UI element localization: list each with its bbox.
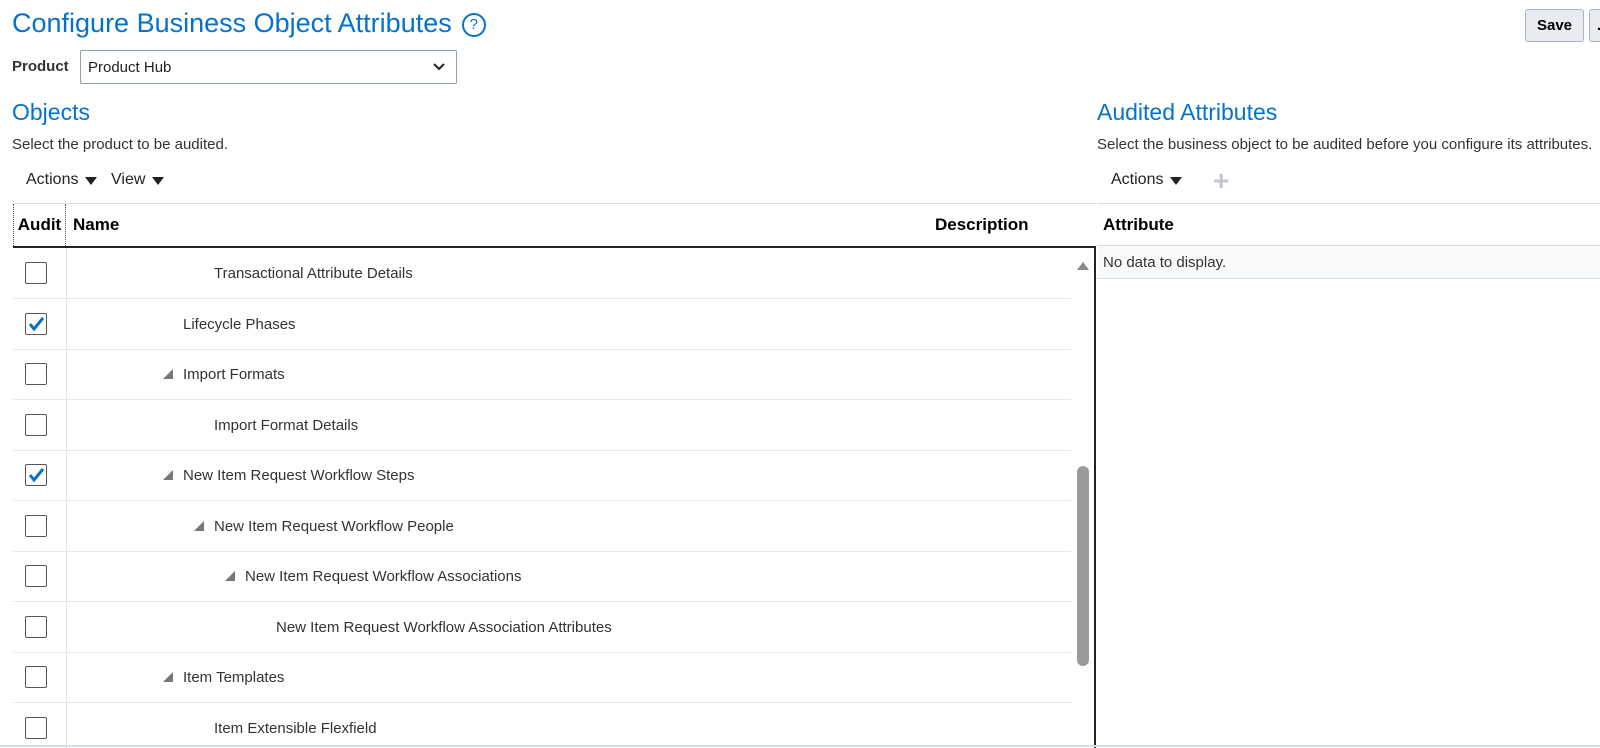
table-row[interactable]: Import Format Details — [13, 400, 1071, 451]
objects-view-label: View — [111, 171, 146, 188]
row-name-label: New Item Request Workflow Associations — [245, 567, 522, 585]
audit-checkbox[interactable] — [25, 464, 47, 486]
row-name-label: New Item Request Workflow Association At… — [276, 618, 612, 636]
audit-checkbox[interactable] — [25, 565, 47, 587]
caret-down-icon — [152, 177, 165, 185]
table-row[interactable]: Item Extensible Flexfield — [13, 703, 1071, 748]
caret-down-icon — [1170, 177, 1183, 185]
table-row[interactable]: Transactional Attribute Details — [13, 248, 1071, 299]
objects-table-header: Audit Name Description — [13, 204, 1096, 248]
objects-description: Select the product to be audited. — [12, 136, 228, 153]
caret-down-icon — [85, 177, 98, 185]
plus-icon[interactable]: + — [1213, 167, 1229, 195]
audit-checkbox[interactable] — [25, 313, 47, 335]
objects-heading: Objects — [12, 99, 90, 125]
vertical-scrollbar[interactable] — [1076, 258, 1090, 666]
more-toolbar-button[interactable]: . — [1589, 9, 1600, 42]
audit-checkbox[interactable] — [25, 262, 47, 284]
product-label: Product — [12, 58, 69, 75]
audit-checkbox[interactable] — [25, 666, 47, 688]
audited-attributes-description: Select the business object to be audited… — [1097, 136, 1593, 153]
page-title: Configure Business Object Attributes — [12, 8, 452, 38]
audit-cell — [13, 349, 67, 399]
row-name-label: New Item Request Workflow Steps — [183, 466, 415, 484]
column-header-description[interactable]: Description — [935, 204, 1029, 246]
table-row[interactable]: Lifecycle Phases — [13, 299, 1071, 350]
row-name: Import Format Details — [214, 400, 358, 450]
row-name: Transactional Attribute Details — [214, 248, 413, 298]
column-header-name[interactable]: Name — [73, 204, 119, 246]
expand-triangle-icon[interactable] — [163, 672, 173, 682]
expand-triangle-icon[interactable] — [194, 521, 204, 531]
expand-triangle-icon[interactable] — [225, 571, 235, 581]
objects-view-menu[interactable]: View — [111, 171, 165, 189]
checkmark-icon — [28, 317, 45, 332]
audit-cell — [13, 602, 67, 652]
audit-cell — [13, 299, 67, 349]
table-row[interactable]: Item Templates — [13, 652, 1071, 703]
row-name-label: Transactional Attribute Details — [214, 264, 413, 282]
expand-triangle-icon[interactable] — [163, 470, 173, 480]
row-name-label: Lifecycle Phases — [183, 315, 296, 333]
expand-triangle-icon[interactable] — [163, 369, 173, 379]
scroll-up-icon[interactable] — [1076, 259, 1090, 271]
audit-cell — [13, 703, 67, 748]
help-icon[interactable]: ? — [461, 12, 486, 37]
save-button[interactable]: Save — [1525, 9, 1584, 42]
empty-state-text: No data to display. — [1097, 247, 1600, 279]
audit-cell — [13, 652, 67, 702]
product-select-value: Product Hub — [88, 58, 172, 76]
audit-checkbox[interactable] — [25, 717, 47, 739]
row-name: Lifecycle Phases — [183, 299, 296, 349]
audit-cell — [13, 551, 67, 601]
row-name-label: Import Formats — [183, 365, 285, 383]
page-title-row: Configure Business Object Attributes ? — [12, 8, 486, 39]
row-name: New Item Request Workflow Association At… — [276, 602, 612, 652]
scrollbar-thumb[interactable] — [1077, 466, 1089, 666]
row-name-label: Item Templates — [183, 668, 285, 686]
row-name-label: Item Extensible Flexfield — [214, 719, 377, 737]
row-name: New Item Request Workflow People — [194, 501, 454, 551]
table-row[interactable]: New Item Request Workflow Steps — [13, 450, 1071, 501]
chevron-down-icon — [433, 63, 445, 71]
audit-cell — [13, 501, 67, 551]
objects-actions-menu[interactable]: Actions — [26, 171, 98, 189]
audit-checkbox[interactable] — [25, 414, 47, 436]
column-header-audit[interactable]: Audit — [13, 204, 66, 246]
audit-checkbox[interactable] — [25, 616, 47, 638]
row-name: New Item Request Workflow Steps — [163, 450, 414, 500]
audit-checkbox[interactable] — [25, 363, 47, 385]
table-row[interactable]: New Item Request Workflow Associations — [13, 551, 1071, 602]
row-name: New Item Request Workflow Associations — [225, 551, 522, 601]
checkmark-icon — [28, 468, 45, 483]
audit-checkbox[interactable] — [25, 515, 47, 537]
table-row[interactable]: New Item Request Workflow Association At… — [13, 602, 1071, 653]
audited-attributes-table: Attribute No data to display. — [1097, 203, 1600, 748]
audit-cell — [13, 248, 67, 298]
objects-actions-label: Actions — [26, 171, 79, 188]
row-name: Item Extensible Flexfield — [214, 703, 377, 748]
audited-actions-label: Actions — [1111, 171, 1164, 188]
audit-cell — [13, 450, 67, 500]
audit-cell — [13, 400, 67, 450]
audited-actions-menu[interactable]: Actions — [1111, 171, 1183, 189]
row-name-label: Import Format Details — [214, 416, 359, 434]
objects-table-body: Item Extensible Flexfield Item Templates N… — [13, 248, 1096, 748]
table-row[interactable]: New Item Request Workflow People — [13, 501, 1071, 552]
product-select[interactable]: Product Hub — [80, 50, 457, 84]
column-header-attribute[interactable]: Attribute — [1097, 204, 1600, 246]
audited-attributes-heading: Audited Attributes — [1097, 99, 1278, 125]
row-name: Item Templates — [163, 652, 284, 702]
row-name-label: New Item Request Workflow People — [214, 517, 454, 535]
objects-table: Audit Name Description Item Extensible F… — [13, 203, 1096, 748]
table-row[interactable]: Import Formats — [13, 349, 1071, 400]
row-name: Import Formats — [163, 349, 285, 399]
